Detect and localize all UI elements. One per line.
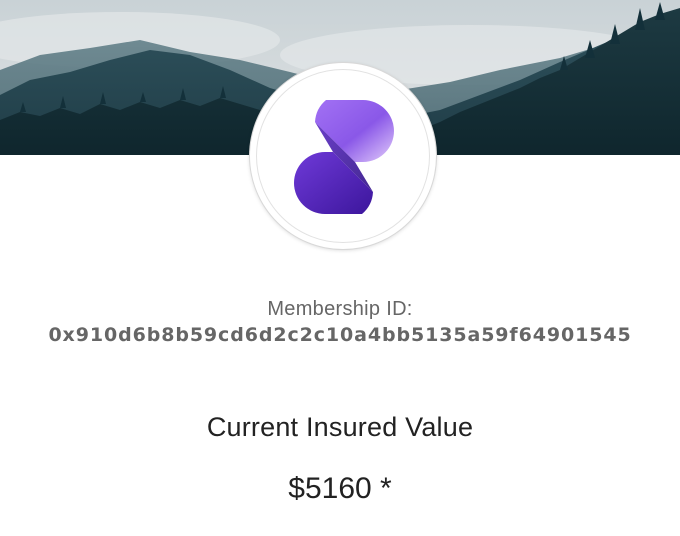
insured-value-amount: $5160 * [288,472,392,505]
membership-id-label: Membership ID: [267,298,413,320]
avatar [250,63,436,249]
brand-logo-icon [294,100,394,214]
avatar-frame [256,69,430,243]
membership-id-value: 0x910d6b8b59cd6d2c2c10a4bb5135a59f649015… [48,324,632,346]
insured-value-label: Current Insured Value [206,412,474,442]
membership-section: Membership ID: 0x910d6b8b59cd6d2c2c10a4b… [0,296,680,349]
